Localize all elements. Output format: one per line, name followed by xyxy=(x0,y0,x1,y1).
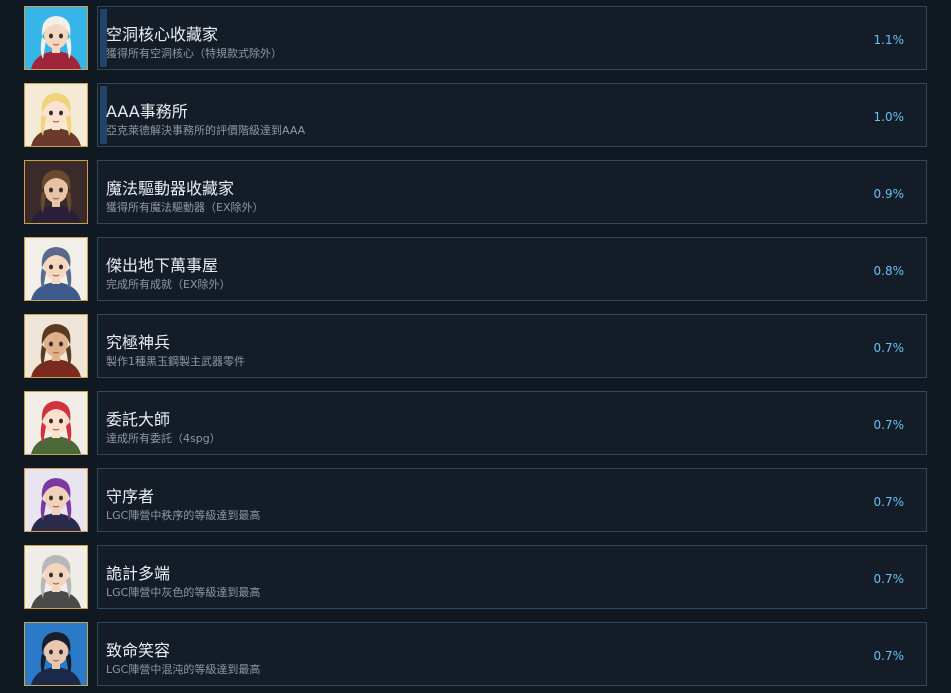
portrait-red-haired-girl-icon xyxy=(24,391,88,455)
achievement-card: 空洞核心收藏家獲得所有空洞核心（特規款式除外） 1.1% xyxy=(97,6,927,70)
achievement-unlock-percent: 0.8% xyxy=(873,264,905,278)
achievement-description: LGC陣營中秩序的等級達到最高 xyxy=(106,509,261,522)
achievement-unlock-percent: 0.7% xyxy=(873,495,905,509)
achievement-description: 亞克萊德解決事務所的評價階級達到AAA xyxy=(106,124,306,137)
achievement-unlock-percent: 0.7% xyxy=(873,649,905,663)
achievement-unlock-percent: 0.7% xyxy=(873,418,905,432)
portrait-witch-hat-icon xyxy=(24,160,88,224)
achievement-description: LGC陣營中混沌的等級達到最高 xyxy=(106,663,261,676)
achievement-title: 詭計多端 xyxy=(106,564,171,583)
portrait-white-haired-man-icon xyxy=(24,6,88,70)
portrait-dark-haired-man-icon xyxy=(24,622,88,686)
achievement-list: 空洞核心收藏家獲得所有空洞核心（特規款式除外） 1.1% AAA事務所亞克萊德解決事… xyxy=(0,0,951,693)
portrait-silver-haired-man-icon xyxy=(24,545,88,609)
achievement-unlock-percent: 1.1% xyxy=(873,33,905,47)
achievement-card: 傑出地下萬事屋完成所有成就（EX除外） 0.8% xyxy=(97,237,927,301)
achievement-title: 傑出地下萬事屋 xyxy=(106,256,219,275)
achievement-card: 守序者 LGC陣營中秩序的等級達到最高 0.7% xyxy=(97,468,927,532)
achievement-description: LGC陣營中灰色的等級達到最高 xyxy=(106,586,261,599)
achievement-title: 守序者 xyxy=(106,487,155,506)
achievement-title: 空洞核心收藏家 xyxy=(106,25,219,44)
achievement-description: 獲得所有空洞核心（特規款式除外） xyxy=(106,47,282,60)
achievement-row[interactable]: 致命笑容 LGC陣營中混沌的等級達到最高 0.7% xyxy=(0,622,951,689)
portrait-blue-haired-boy-icon xyxy=(24,237,88,301)
achievement-title: 魔法驅動器收藏家 xyxy=(106,179,235,198)
achievement-title: 委託大師 xyxy=(106,410,171,429)
achievement-description: 完成所有成就（EX除外） xyxy=(106,278,231,291)
portrait-blonde-girl-icon xyxy=(24,83,88,147)
achievement-card: 究極神兵製作1種黑玉鋼製主武器零件 0.7% xyxy=(97,314,927,378)
portrait-bearded-man-icon xyxy=(24,314,88,378)
achievement-row[interactable]: 空洞核心收藏家獲得所有空洞核心（特規款式除外） 1.1% xyxy=(0,6,951,73)
achievement-unlock-percent: 0.9% xyxy=(873,187,905,201)
portrait-purple-haired-man-icon xyxy=(24,468,88,532)
achievement-row[interactable]: 詭計多端 LGC陣營中灰色的等級達到最高 0.7% xyxy=(0,545,951,612)
achievement-row[interactable]: 守序者 LGC陣營中秩序的等級達到最高 0.7% xyxy=(0,468,951,535)
achievement-row[interactable]: 魔法驅動器收藏家獲得所有魔法驅動器（EX除外） 0.9% xyxy=(0,160,951,227)
achievement-card: 詭計多端 LGC陣營中灰色的等級達到最高 0.7% xyxy=(97,545,927,609)
achievement-title: AAA事務所 xyxy=(106,102,188,121)
achievement-row[interactable]: 究極神兵製作1種黑玉鋼製主武器零件 0.7% xyxy=(0,314,951,381)
achievement-row[interactable]: AAA事務所亞克萊德解決事務所的評價階級達到AAA 1.0% xyxy=(0,83,951,150)
achievement-description: 獲得所有魔法驅動器（EX除外） xyxy=(106,201,264,214)
achievement-title: 致命笑容 xyxy=(106,641,171,660)
achievement-title: 究極神兵 xyxy=(106,333,171,352)
achievement-card: 魔法驅動器收藏家獲得所有魔法驅動器（EX除外） 0.9% xyxy=(97,160,927,224)
achievement-card: 致命笑容 LGC陣營中混沌的等級達到最高 0.7% xyxy=(97,622,927,686)
achievement-card: AAA事務所亞克萊德解決事務所的評價階級達到AAA 1.0% xyxy=(97,83,927,147)
achievement-row[interactable]: 委託大師達成所有委託（4spg） 0.7% xyxy=(0,391,951,458)
achievement-card: 委託大師達成所有委託（4spg） 0.7% xyxy=(97,391,927,455)
achievement-description: 達成所有委託（4spg） xyxy=(106,432,221,445)
achievement-unlock-percent: 0.7% xyxy=(873,572,905,586)
achievement-unlock-percent: 1.0% xyxy=(873,110,905,124)
achievement-description: 製作1種黑玉鋼製主武器零件 xyxy=(106,355,245,368)
achievement-unlock-percent: 0.7% xyxy=(873,341,905,355)
achievement-row[interactable]: 傑出地下萬事屋完成所有成就（EX除外） 0.8% xyxy=(0,237,951,304)
